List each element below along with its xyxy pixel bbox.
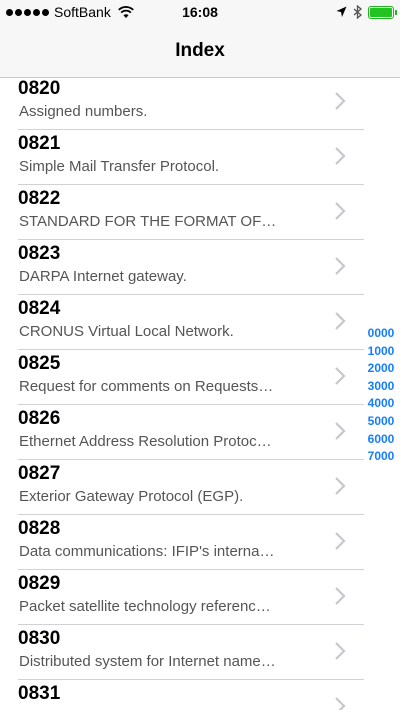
page-title: Index bbox=[175, 40, 225, 61]
chevron-right-icon bbox=[335, 147, 346, 165]
rfc-title: Request for comments on Requests… bbox=[19, 378, 274, 395]
location-arrow-icon bbox=[336, 6, 347, 17]
list-item[interactable]: 0827 Exterior Gateway Protocol (EGP). bbox=[0, 460, 400, 515]
list-item[interactable]: 0820 Assigned numbers. bbox=[0, 79, 400, 130]
rfc-number: 0821 bbox=[18, 133, 61, 154]
status-bar: SoftBank 16:08 bbox=[0, 0, 400, 26]
rfc-title: STANDARD FOR THE FORMAT OF… bbox=[19, 213, 277, 230]
rfc-number: 0826 bbox=[18, 408, 61, 429]
rfc-title: Packet satellite technology referenc… bbox=[19, 598, 271, 615]
section-index-item[interactable]: 1000 bbox=[362, 343, 400, 361]
chevron-right-icon bbox=[335, 532, 346, 550]
rfc-title: CRONUS Virtual Local Network. bbox=[19, 323, 234, 340]
rfc-number: 0822 bbox=[18, 188, 61, 209]
rfc-title: Ethernet Address Resolution Protoc… bbox=[19, 433, 272, 450]
list-item[interactable]: 0825 Request for comments on Requests… bbox=[0, 350, 400, 405]
rfc-title: Assigned numbers. bbox=[19, 103, 148, 120]
list-item[interactable]: 0830 Distributed system for Internet name… bbox=[0, 625, 400, 680]
rfc-title: Distributed system for Internet name… bbox=[19, 653, 276, 670]
status-right bbox=[336, 5, 397, 19]
rfc-title: Exterior Gateway Protocol (EGP). bbox=[19, 488, 244, 505]
list-item[interactable]: 0823 DARPA Internet gateway. bbox=[0, 240, 400, 295]
rfc-title: DARPA Internet gateway. bbox=[19, 268, 187, 285]
chevron-right-icon bbox=[335, 367, 346, 385]
section-index-item[interactable]: 3000 bbox=[362, 378, 400, 396]
chevron-right-icon bbox=[335, 697, 346, 710]
section-index-item[interactable]: 0000 bbox=[362, 325, 400, 343]
list-item[interactable]: 0824 CRONUS Virtual Local Network. bbox=[0, 295, 400, 350]
list-item[interactable]: 0829 Packet satellite technology referenc… bbox=[0, 570, 400, 625]
list-item[interactable]: 0831 bbox=[0, 680, 400, 710]
section-index-item[interactable]: 6000 bbox=[362, 431, 400, 449]
list-item[interactable]: 0822 STANDARD FOR THE FORMAT OF… bbox=[0, 185, 400, 240]
rfc-number: 0830 bbox=[18, 628, 61, 649]
battery-fill bbox=[370, 7, 392, 17]
chevron-right-icon bbox=[335, 642, 346, 660]
chevron-right-icon bbox=[335, 312, 346, 330]
list-item[interactable]: 0828 Data communications: IFIP's interna… bbox=[0, 515, 400, 570]
battery-icon bbox=[368, 5, 397, 19]
rfc-number: 0829 bbox=[18, 573, 61, 594]
rfc-number: 0827 bbox=[18, 463, 61, 484]
section-index-item[interactable]: 2000 bbox=[362, 360, 400, 378]
chevron-right-icon bbox=[335, 92, 346, 110]
chevron-right-icon bbox=[335, 257, 346, 275]
section-index-item[interactable]: 4000 bbox=[362, 395, 400, 413]
list-item[interactable]: 0826 Ethernet Address Resolution Protoc… bbox=[0, 405, 400, 460]
chevron-right-icon bbox=[335, 202, 346, 220]
list-item[interactable]: 0821 Simple Mail Transfer Protocol. bbox=[0, 130, 400, 185]
rfc-number: 0831 bbox=[18, 683, 61, 704]
navigation-bar: Index bbox=[0, 26, 400, 78]
rfc-title: Simple Mail Transfer Protocol. bbox=[19, 158, 220, 175]
chevron-right-icon bbox=[335, 587, 346, 605]
section-index[interactable]: 0000 1000 2000 3000 4000 5000 6000 7000 bbox=[362, 325, 400, 466]
rfc-number: 0823 bbox=[18, 243, 61, 264]
section-index-item[interactable]: 5000 bbox=[362, 413, 400, 431]
bluetooth-icon bbox=[353, 5, 362, 19]
rfc-number: 0824 bbox=[18, 298, 61, 319]
rfc-list[interactable]: 0820 Assigned numbers. 0821 Simple Mail Tra… bbox=[0, 79, 400, 710]
rfc-title: Data communications: IFIP's interna… bbox=[19, 543, 275, 560]
rfc-number: 0820 bbox=[18, 79, 61, 99]
chevron-right-icon bbox=[335, 422, 346, 440]
rfc-number: 0825 bbox=[18, 353, 61, 374]
section-index-item[interactable]: 7000 bbox=[362, 448, 400, 466]
chevron-right-icon bbox=[335, 477, 346, 495]
rfc-number: 0828 bbox=[18, 518, 61, 539]
